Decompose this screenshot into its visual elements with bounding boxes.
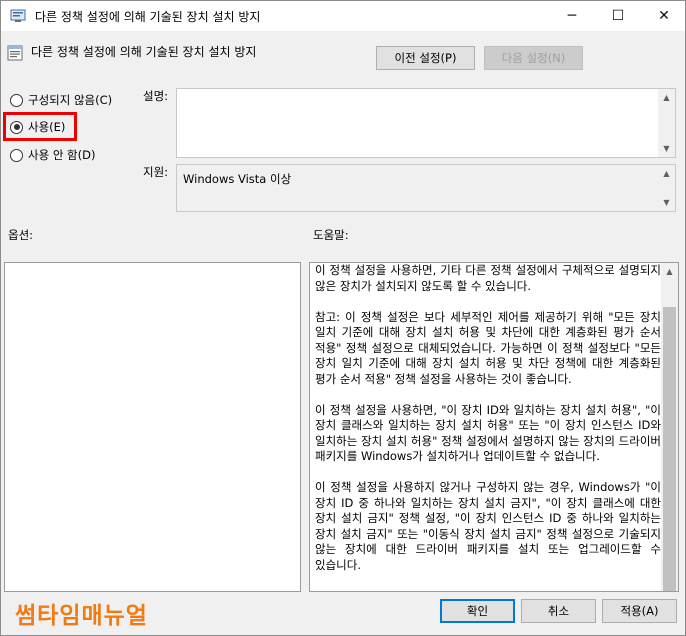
window-title: 다른 정책 설정에 의해 기술된 장치 설치 방지 — [35, 10, 261, 24]
supported-scrollbar[interactable]: ▲ ▼ — [658, 165, 675, 211]
help-paragraph: 이 정책 설정을 사용하지 않거나 구성하지 않는 경우, Windows가 "… — [315, 480, 661, 572]
radio-disabled[interactable]: 사용 안 함(D) — [10, 147, 95, 163]
help-paragraph: 참고: 이 정책 설정은 보다 세부적인 제어를 제공하기 위해 "모든 장치 … — [315, 309, 661, 386]
radio-circle[interactable] — [10, 93, 23, 107]
help-text: 이 정책 설정을 사용하면, 기타 다른 정책 설정에서 구체적으로 설명되지 … — [315, 263, 661, 589]
policy-title: 다른 정책 설정에 의해 기술된 장치 설치 방지 — [31, 45, 257, 59]
maximize-button[interactable]: ☐ — [595, 1, 641, 31]
policy-setting-icon — [7, 45, 23, 61]
scroll-up-icon[interactable]: ▲ — [661, 263, 678, 280]
comment-scrollbar[interactable]: ▲ ▼ — [658, 89, 675, 157]
scroll-thumb[interactable] — [663, 307, 676, 591]
help-paragraph: 이 정책 설정을 사용하면, "이 장치 ID와 일치하는 장치 설치 허용",… — [315, 402, 661, 464]
help-paragraph: 이 정책 설정을 사용하면, 기타 다른 정책 설정에서 구체적으로 설명되지 … — [315, 263, 661, 293]
scroll-down-icon[interactable]: ▼ — [658, 140, 675, 157]
comment-textarea[interactable]: ▲ ▼ — [176, 88, 676, 158]
scroll-down-icon[interactable]: ▼ — [658, 194, 675, 211]
supported-field: Windows Vista 이상 ▲ ▼ — [176, 164, 676, 212]
minimize-button[interactable]: ─ — [549, 1, 595, 31]
highlight-annotation — [3, 112, 77, 141]
previous-setting-button[interactable]: 이전 설정(P) — [376, 46, 475, 70]
apply-button[interactable]: 적용(A) — [602, 599, 677, 623]
scroll-up-icon[interactable]: ▲ — [658, 89, 675, 106]
help-panel: 이 정책 설정을 사용하면, 기타 다른 정책 설정에서 구체적으로 설명되지 … — [309, 262, 679, 592]
next-setting-button[interactable]: 다음 설정(N) — [484, 46, 583, 70]
supported-value: Windows Vista 이상 — [183, 172, 292, 186]
cancel-button[interactable]: 취소 — [521, 599, 596, 623]
help-scrollbar[interactable]: ▲ — [661, 263, 678, 591]
radio-not-configured[interactable]: 구성되지 않음(C) — [10, 92, 112, 108]
radio-circle[interactable] — [10, 148, 23, 162]
help-label: 도움말: — [313, 228, 349, 242]
supported-label: 지원: — [143, 165, 169, 179]
options-label: 옵션: — [8, 228, 34, 242]
policy-window-icon — [10, 9, 26, 22]
options-panel — [4, 262, 301, 592]
radio-label: 구성되지 않음(C) — [28, 93, 113, 107]
close-button[interactable]: ✕ — [641, 1, 686, 31]
radio-label: 사용 안 함(D) — [28, 148, 96, 162]
scroll-up-icon[interactable]: ▲ — [658, 165, 675, 182]
comment-label: 설명: — [143, 89, 169, 103]
ok-button[interactable]: 확인 — [440, 599, 515, 623]
title-bar: 다른 정책 설정에 의해 기술된 장치 설치 방지 ─ ☐ ✕ — [0, 0, 686, 31]
brand-watermark: 썸타임매뉴얼 — [15, 603, 148, 629]
